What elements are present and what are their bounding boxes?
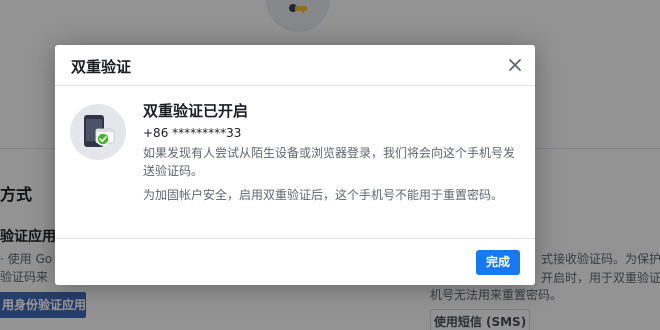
done-button[interactable]: 完成: [476, 250, 520, 275]
dialog-body: 双重验证已开启 +86 *********33 如果发现有人尝试从陌生设备或浏览…: [55, 86, 535, 238]
dialog-content: 双重验证已开启 +86 *********33 如果发现有人尝试从陌生设备或浏览…: [143, 100, 523, 204]
status-title: 双重验证已开启: [143, 102, 249, 120]
dialog-footer: 完成: [55, 238, 535, 285]
two-factor-dialog: 双重验证 双重验证已开启 +86 *********33 如果发现有人尝试从陌生…: [55, 45, 535, 285]
dialog-header: 双重验证: [55, 45, 535, 86]
close-button[interactable]: [505, 55, 525, 75]
description-verification: 如果发现有人尝试从陌生设备或浏览器登录，我们将会向这个手机号发送验证码。: [143, 146, 516, 178]
phone-number: +86 *********33: [143, 126, 242, 140]
phone-check-icon: [84, 115, 115, 147]
close-icon: [509, 59, 521, 71]
dialog-title: 双重验证: [71, 58, 132, 76]
description-security: 为加固帐户安全，启用双重验证后，这个手机号不能用于重置密码。: [143, 188, 504, 202]
phone-check-illustration: [70, 104, 126, 160]
